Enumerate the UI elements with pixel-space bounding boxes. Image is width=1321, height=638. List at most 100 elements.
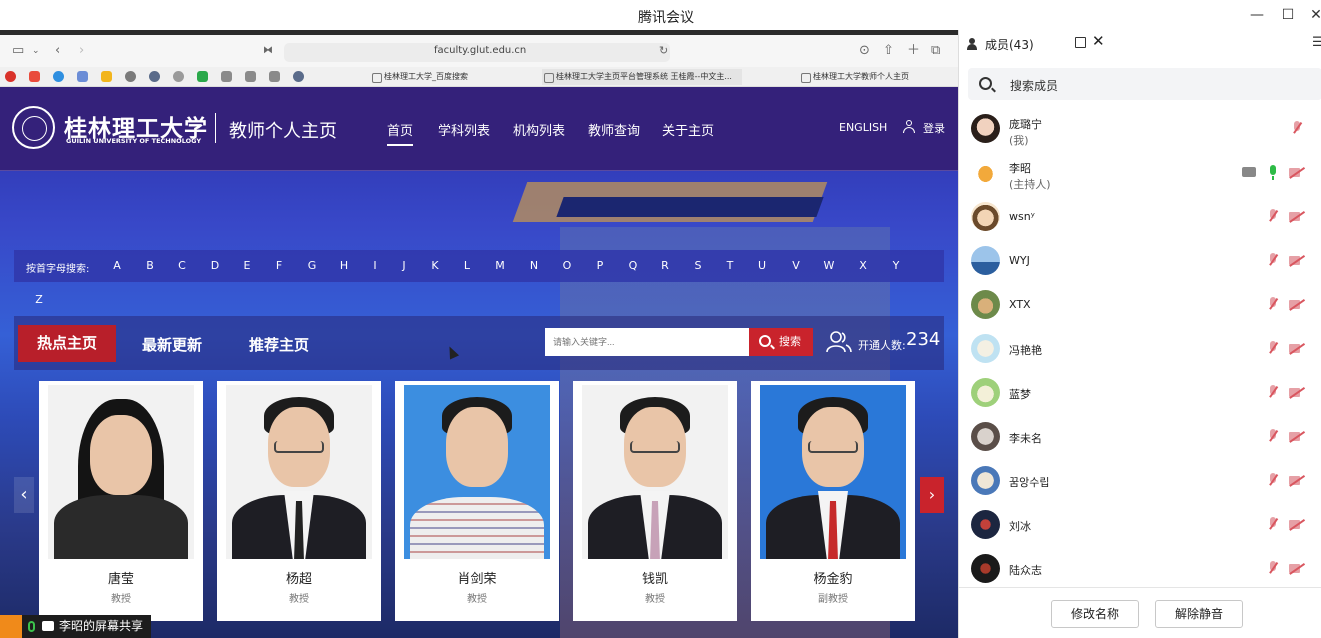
letter-f[interactable]: F	[272, 259, 286, 272]
chevron-down-icon[interactable]: ⌄	[32, 43, 40, 59]
letter-g[interactable]: G	[305, 259, 319, 272]
back-icon[interactable]: ‹	[55, 43, 60, 59]
bookmark-icon[interactable]	[269, 71, 280, 82]
member-row[interactable]: 刘冰	[959, 504, 1321, 548]
letter-n[interactable]: N	[527, 259, 541, 272]
camera-off-icon[interactable]	[1289, 431, 1305, 442]
forward-icon[interactable]: ›	[79, 43, 84, 59]
letter-k[interactable]: K	[428, 259, 442, 272]
bookmark-icon[interactable]	[53, 71, 64, 82]
mic-muted-icon[interactable]	[1268, 253, 1278, 269]
member-row[interactable]: WYJ	[959, 240, 1321, 284]
mic-muted-icon[interactable]	[1268, 561, 1278, 577]
carousel-next-button[interactable]: ›	[920, 477, 944, 513]
mic-muted-icon[interactable]	[1292, 121, 1302, 137]
close-window-button[interactable]: ✕	[1303, 4, 1321, 26]
bookmark-icon[interactable]	[149, 71, 160, 82]
teacher-card[interactable]: 钱凯 教授	[573, 381, 737, 621]
unmute-button[interactable]: 解除静音	[1155, 600, 1243, 628]
tab-latest[interactable]: 最新更新	[142, 334, 202, 355]
english-link[interactable]: ENGLISH	[839, 121, 887, 134]
letter-l[interactable]: L	[460, 259, 474, 272]
tab-hot[interactable]: 热点主页	[18, 325, 116, 362]
bookmark-icon[interactable]	[245, 71, 256, 82]
download-icon[interactable]: ⊙	[859, 43, 870, 59]
nav-about[interactable]: 关于主页	[662, 120, 714, 139]
mic-muted-icon[interactable]	[1268, 429, 1278, 445]
camera-off-icon[interactable]	[1289, 211, 1305, 222]
university-seal-icon[interactable]	[12, 106, 55, 149]
letter-s[interactable]: S	[691, 259, 705, 272]
letter-e[interactable]: E	[240, 259, 254, 272]
browser-tab[interactable]: 桂林理工大学_百度搜索	[370, 69, 468, 85]
member-row[interactable]: XTX	[959, 284, 1321, 328]
letter-x[interactable]: X	[856, 259, 870, 272]
letter-a[interactable]: A	[110, 259, 124, 272]
browser-tab[interactable]: 桂林理工大学主页平台管理系统 王桂霞--中文主...	[542, 69, 742, 85]
share-icon[interactable]: ⇧	[883, 43, 894, 59]
member-row[interactable]: wsnʸ	[959, 196, 1321, 240]
tabs-overview-icon[interactable]: ⧉	[931, 43, 940, 59]
bookmark-icon[interactable]	[77, 71, 88, 82]
nav-disciplines[interactable]: 学科列表	[438, 120, 490, 139]
camera-off-icon[interactable]	[1289, 519, 1305, 530]
letter-z[interactable]: Z	[32, 293, 46, 306]
letter-b[interactable]: B	[143, 259, 157, 272]
bookmark-icon[interactable]	[29, 71, 40, 82]
member-row[interactable]: 蓝梦	[959, 372, 1321, 416]
letter-d[interactable]: D	[208, 259, 222, 272]
member-row[interactable]: 陆众志	[959, 548, 1321, 592]
member-search-input[interactable]: 搜索成员	[968, 68, 1321, 100]
user-icon[interactable]	[903, 120, 915, 133]
letter-t[interactable]: T	[723, 259, 737, 272]
nav-teacher-search[interactable]: 教师查询	[588, 120, 640, 139]
carousel-prev-button[interactable]: ‹	[14, 477, 34, 513]
bookmark-icon[interactable]	[293, 71, 304, 82]
login-link[interactable]: 登录	[923, 120, 945, 136]
browser-tab[interactable]: 桂林理工大学教师个人主页	[799, 69, 909, 85]
letter-p[interactable]: P	[593, 259, 607, 272]
teacher-card[interactable]: 杨金豹 副教授	[751, 381, 915, 621]
camera-off-icon[interactable]	[1289, 299, 1305, 310]
mic-muted-icon[interactable]	[1268, 385, 1278, 401]
screen-share-badge[interactable]: 李昭的屏幕共享	[0, 615, 151, 638]
camera-off-icon[interactable]	[1289, 167, 1305, 178]
letter-c[interactable]: C	[175, 259, 189, 272]
letter-r[interactable]: R	[658, 259, 672, 272]
address-bar[interactable]: faculty.glut.edu.cn	[284, 43, 670, 62]
letter-v[interactable]: V	[789, 259, 803, 272]
mic-muted-icon[interactable]	[1268, 297, 1278, 313]
mic-muted-icon[interactable]	[1268, 517, 1278, 533]
letter-j[interactable]: J	[397, 259, 411, 272]
nav-home[interactable]: 首页	[387, 120, 414, 146]
popout-icon[interactable]	[1075, 37, 1086, 48]
close-icon[interactable]: ✕	[1092, 32, 1105, 50]
bookmark-icon[interactable]	[197, 71, 208, 82]
sidebar-icon[interactable]: ▭	[12, 43, 24, 59]
reload-icon[interactable]: ↻	[659, 43, 668, 59]
bookmark-icon[interactable]	[101, 71, 112, 82]
mic-muted-icon[interactable]	[1268, 209, 1278, 225]
site-search-input[interactable]	[545, 328, 749, 356]
bookmark-icon[interactable]	[125, 71, 136, 82]
letter-i[interactable]: I	[368, 259, 382, 272]
letter-u[interactable]: U	[755, 259, 769, 272]
site-search-button[interactable]: 搜索	[749, 328, 813, 356]
tab-recommended[interactable]: 推荐主页	[249, 334, 309, 355]
letter-y[interactable]: Y	[889, 259, 903, 272]
mic-muted-icon[interactable]	[1268, 473, 1278, 489]
letter-w[interactable]: W	[822, 259, 836, 272]
member-row[interactable]: 冯艳艳	[959, 328, 1321, 372]
letter-m[interactable]: M	[493, 259, 507, 272]
bookmark-icon[interactable]	[173, 71, 184, 82]
teacher-card[interactable]: 杨超 教授	[217, 381, 381, 621]
rename-button[interactable]: 修改名称	[1051, 600, 1139, 628]
camera-off-icon[interactable]	[1289, 475, 1305, 486]
camera-off-icon[interactable]	[1289, 255, 1305, 266]
camera-off-icon[interactable]	[1289, 563, 1305, 574]
bookmark-icon[interactable]	[5, 71, 16, 82]
reader-icon[interactable]: ⧓	[263, 43, 273, 59]
member-row[interactable]: 李昭 (主持人)	[959, 152, 1321, 196]
camera-off-icon[interactable]	[1289, 343, 1305, 354]
bookmark-icon[interactable]	[221, 71, 232, 82]
